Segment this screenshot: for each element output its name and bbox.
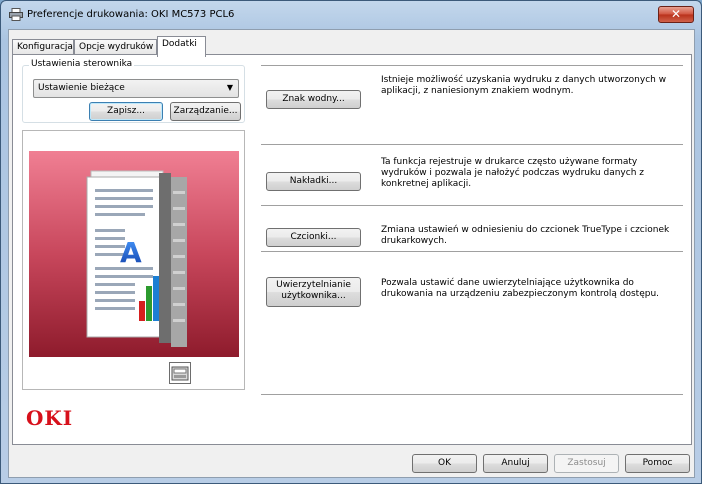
close-button[interactable]: ✕ xyxy=(658,6,694,23)
watermark-button[interactable]: Znak wodny... xyxy=(266,90,361,109)
driver-settings-select[interactable]: Ustawienie bieżące ▼ xyxy=(33,79,239,98)
user-authentication-button[interactable]: Uwierzytelnianie użytkownika... xyxy=(266,277,361,307)
fonts-description: Zmiana ustawień w odniesieniu do czcione… xyxy=(381,225,670,246)
chevron-down-icon: ▼ xyxy=(226,83,233,92)
save-button[interactable]: Zapisz... xyxy=(89,102,163,121)
separator xyxy=(261,394,683,395)
driver-settings-label: Ustawienia sterownika xyxy=(29,59,135,69)
user-authentication-description: Pozwala ustawić dane uwierzytelniające u… xyxy=(381,278,660,299)
close-icon: ✕ xyxy=(670,7,682,21)
help-button[interactable]: Pomoc xyxy=(625,454,690,473)
driver-settings-group: Ustawienia sterownika Ustawienie bieżące… xyxy=(22,59,245,123)
overlays-button[interactable]: Nakładki... xyxy=(266,172,361,191)
selected-setting: Ustawienie bieżące xyxy=(38,83,125,93)
title-bar[interactable]: Preferencje drukowania: OKI MC573 PCL6 ✕ xyxy=(1,1,701,29)
tab-dodatki[interactable]: Dodatki xyxy=(157,36,206,57)
preview-letter: A xyxy=(120,236,142,269)
separator xyxy=(261,205,683,206)
cancel-button[interactable]: Anuluj xyxy=(483,454,548,473)
separator xyxy=(261,251,683,252)
fonts-button[interactable]: Czcionki... xyxy=(266,228,361,247)
overlay-preview-image: A xyxy=(29,151,239,357)
tab-panel-dodatki: Ustawienia sterownika Ustawienie bieżące… xyxy=(12,54,692,445)
separator xyxy=(261,144,683,145)
preview-frame: A xyxy=(22,130,245,390)
printer-icon xyxy=(9,8,23,21)
apply-button[interactable]: Zastosuj xyxy=(554,454,619,473)
dialog-client-area: Konfiguracja Opcje wydruków Dodatki Usta… xyxy=(8,29,695,478)
separator xyxy=(261,65,683,66)
ok-button[interactable]: OK xyxy=(412,454,477,473)
overlays-description: Ta funkcja rejestruje w drukarce często … xyxy=(381,157,644,189)
printer-thumbnail xyxy=(169,362,191,384)
printing-preferences-window: Preferencje drukowania: OKI MC573 PCL6 ✕… xyxy=(0,0,702,484)
oki-logo: OKI xyxy=(26,406,74,430)
window-title: Preferencje drukowania: OKI MC573 PCL6 xyxy=(27,9,235,20)
manage-button[interactable]: Zarządzanie... xyxy=(170,102,241,121)
watermark-description: Istnieje możliwość uzyskania wydruku z d… xyxy=(381,75,667,96)
printer-icon xyxy=(171,366,189,381)
